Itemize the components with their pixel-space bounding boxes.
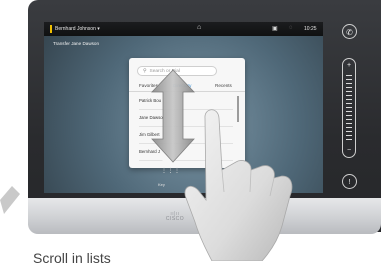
caption-text: Scroll in lists (33, 250, 111, 266)
left-arrow-fragment (0, 186, 20, 214)
